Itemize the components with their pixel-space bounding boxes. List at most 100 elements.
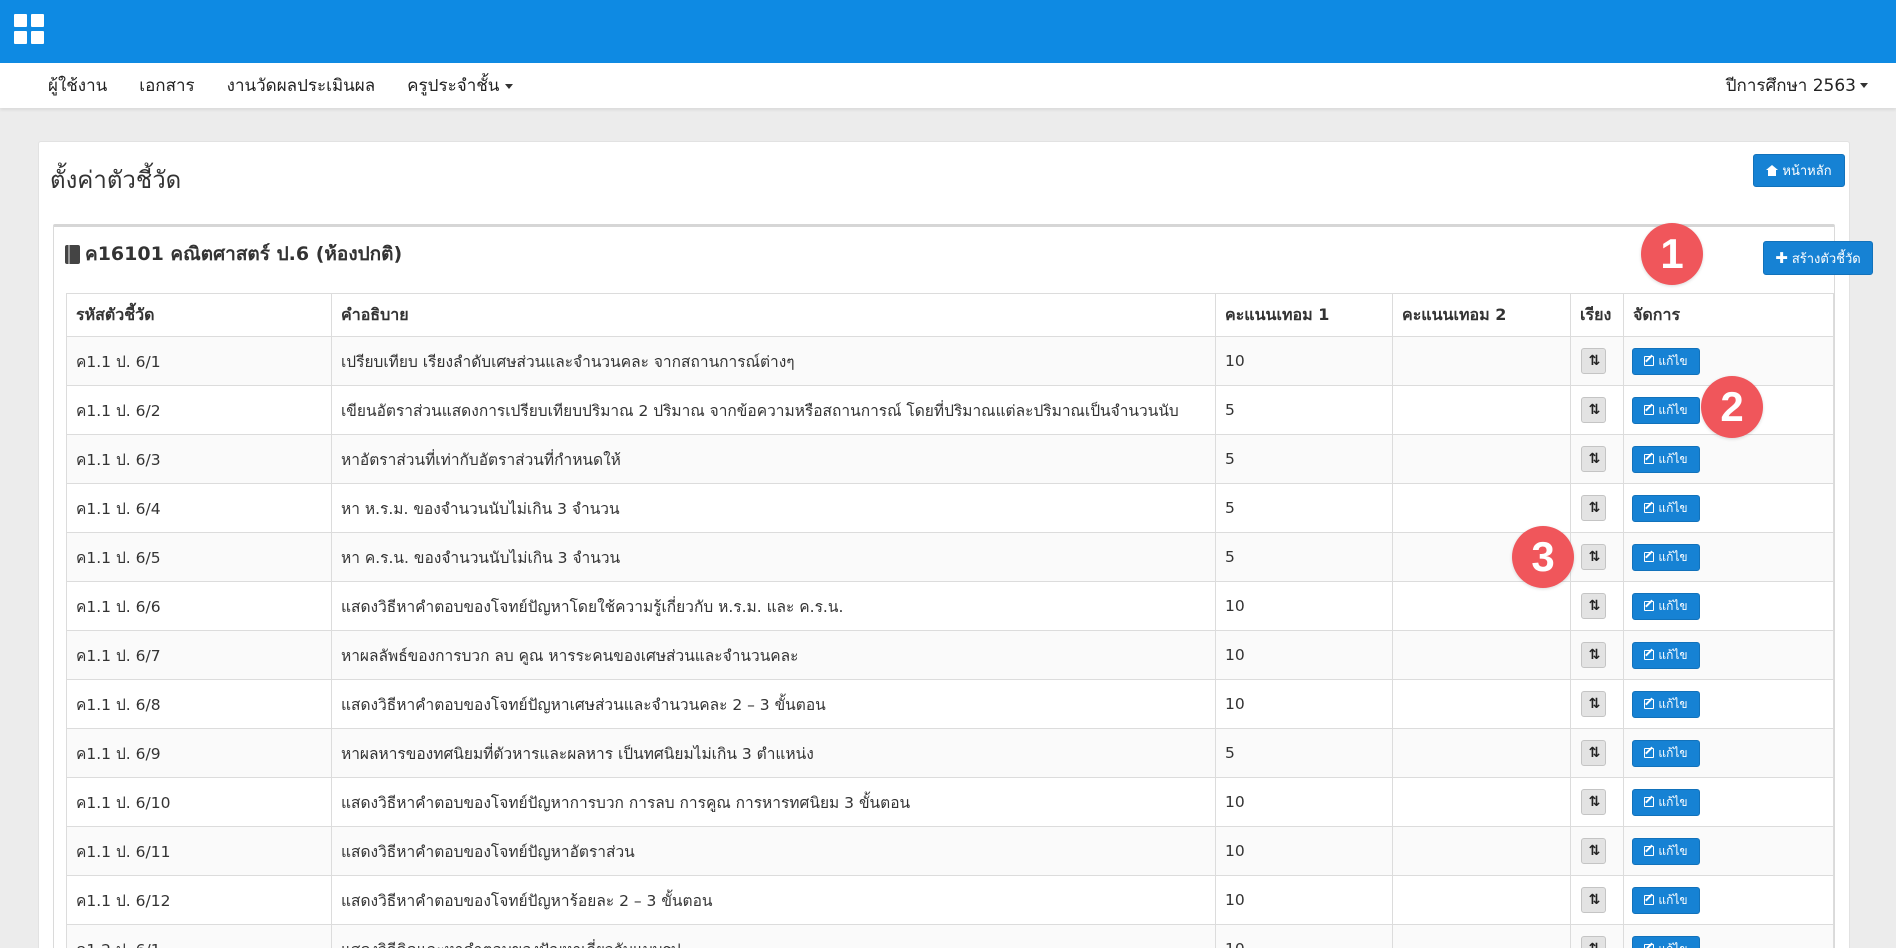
sort-arrows-icon: ⇅: [1588, 598, 1601, 614]
header-sort: เรียง: [1570, 293, 1624, 337]
edit-button[interactable]: แก้ไข: [1632, 445, 1700, 473]
edit-button-label: แก้ไข: [1658, 940, 1687, 948]
indicator-code: ค1.1 ป. 6/10: [66, 777, 332, 827]
subject-panel: ค16101 คณิตศาสตร์ ป.6 (ห้องปกติ) ✚ สร้าง…: [53, 224, 1873, 948]
indicator-description: หาอัตราส่วนที่เท่ากับอัตราส่วนที่กำหนดให…: [331, 434, 1216, 484]
indicator-code: ค1.1 ป. 6/4: [66, 483, 332, 533]
edit-icon: [1644, 944, 1655, 948]
indicator-code: ค1.1 ป. 6/8: [66, 679, 332, 729]
edit-button[interactable]: แก้ไข: [1632, 396, 1700, 424]
manage-cell: แก้ไข: [1623, 483, 1834, 533]
edit-button-label: แก้ไข: [1658, 843, 1688, 858]
sort-handle-button[interactable]: ⇅: [1581, 642, 1606, 668]
sort-handle-button[interactable]: ⇅: [1581, 593, 1606, 619]
sort-handle-button[interactable]: ⇅: [1581, 789, 1606, 815]
indicator-description: หาผลหารของทศนิยมที่ตัวหารและผลหาร เป็นทศ…: [331, 728, 1216, 778]
academic-year-label: ปีการศึกษา 2563: [1725, 76, 1856, 96]
edit-button-label: แก้ไข: [1658, 549, 1688, 564]
edit-button[interactable]: แก้ไข: [1632, 690, 1700, 718]
main-panel: ตั้งค่าตัวชี้วัด หน้าหลัก ค16101 คณิตศาส…: [38, 141, 1873, 948]
table-row: ค1.2 ป. 6/1แสดงวิธีคิดและหาคำตอบของปัญหา…: [66, 924, 1834, 948]
sort-handle-button[interactable]: ⇅: [1581, 887, 1606, 913]
sort-handle-button[interactable]: ⇅: [1581, 838, 1606, 864]
subject-title-text: ค16101 คณิตศาสตร์ ป.6 (ห้องปกติ): [85, 243, 403, 265]
indicator-code: ค1.1 ป. 6/3: [66, 434, 332, 484]
term1-score: 5: [1215, 483, 1393, 533]
edit-button-label: แก้ไข: [1658, 794, 1688, 809]
term1-score: 10: [1215, 336, 1393, 386]
apps-grid-icon[interactable]: [14, 14, 44, 44]
edit-button[interactable]: แก้ไข: [1632, 592, 1700, 620]
table-body: ค1.1 ป. 6/1 เปรียบเทียบ เรียงลำดับเศษส่วน…: [66, 336, 1834, 948]
manage-cell: แก้ไข: [1623, 630, 1834, 680]
sort-handle-button[interactable]: ⇅: [1581, 397, 1606, 423]
nav-item-users[interactable]: ผู้ใช้งาน: [32, 72, 123, 99]
edit-button[interactable]: แก้ไข: [1632, 886, 1700, 914]
sort-arrows-icon: ⇅: [1588, 549, 1601, 565]
edit-button-label: แก้ไข: [1658, 451, 1688, 466]
edit-button[interactable]: แก้ไข: [1632, 494, 1700, 522]
nav-item-homeroom-dropdown[interactable]: ครูประจำชั้น: [391, 72, 529, 99]
sort-handle-button[interactable]: ⇅: [1581, 740, 1606, 766]
indicator-description: เปรียบเทียบ เรียงลำดับเศษส่วนและจำนวนคละ…: [331, 336, 1216, 386]
nav-item-documents[interactable]: เอกสาร: [123, 72, 210, 99]
header-term1-score: คะแนนเทอม 1: [1215, 293, 1393, 337]
sort-cell: ⇅: [1570, 875, 1624, 925]
create-indicator-label: สร้างตัวชี้วัด: [1791, 251, 1861, 267]
sort-handle-button[interactable]: ⇅: [1581, 348, 1606, 374]
home-button-label: หน้าหลัก: [1782, 164, 1832, 179]
nav-menu: ผู้ใช้งาน เอกสาร งานวัดผลประเมินผล ครูปร…: [32, 63, 529, 108]
sort-arrows-icon: ⇅: [1588, 647, 1601, 663]
term1-score: 10: [1215, 679, 1393, 729]
sort-handle-button[interactable]: ⇅: [1581, 936, 1606, 948]
sort-cell: ⇅: [1570, 679, 1624, 729]
indicator-description: แสดงวิธีหาคำตอบของโจทย์ปัญหาอัตราส่วน: [331, 826, 1216, 876]
edit-icon: [1644, 797, 1655, 807]
annotation-badge-1: 1: [1641, 223, 1703, 285]
sort-arrows-icon: ⇅: [1588, 353, 1601, 369]
sort-handle-button[interactable]: ⇅: [1581, 544, 1606, 570]
create-indicator-button[interactable]: ✚ สร้างตัวชี้วัด: [1763, 241, 1873, 275]
plus-icon: ✚: [1775, 248, 1788, 267]
edit-button[interactable]: แก้ไข: [1632, 543, 1700, 571]
nav-item-users-label: ผู้ใช้งาน: [48, 76, 108, 96]
edit-button[interactable]: แก้ไข: [1632, 837, 1700, 865]
indicator-description: แสดงวิธีหาคำตอบของโจทย์ปัญหาโดยใช้ความรู…: [331, 581, 1216, 631]
term2-score: [1392, 728, 1571, 778]
sort-handle-button[interactable]: ⇅: [1581, 691, 1606, 717]
edit-icon: [1644, 846, 1655, 856]
edit-button[interactable]: แก้ไข: [1632, 935, 1700, 948]
sort-handle-button[interactable]: ⇅: [1581, 446, 1606, 472]
edit-button[interactable]: แก้ไข: [1632, 788, 1700, 816]
sort-cell: ⇅: [1570, 777, 1624, 827]
edit-button[interactable]: แก้ไข: [1632, 641, 1700, 669]
sort-arrows-icon: ⇅: [1588, 402, 1601, 418]
term1-score: 5: [1215, 532, 1393, 582]
academic-year-dropdown[interactable]: ปีการศึกษา 2563: [1726, 63, 1868, 108]
sort-cell: ⇅: [1570, 728, 1624, 778]
table-row: ค1.1 ป. 6/7 หาผลลัพธ์ของการบวก ลบ คูณ หาร…: [66, 630, 1834, 680]
edit-button[interactable]: แก้ไข: [1632, 347, 1700, 375]
home-button[interactable]: หน้าหลัก: [1753, 154, 1845, 187]
edit-button[interactable]: แก้ไข: [1632, 739, 1700, 767]
indicator-description: เขียนอัตราส่วนแสดงการเปรียบเทียบปริมาณ 2…: [331, 385, 1216, 435]
term2-score: [1392, 679, 1571, 729]
edit-icon: [1644, 601, 1655, 611]
table-row: ค1.1 ป. 6/4 หา ห.ร.ม. ของจำนวนนับไม่เกิน …: [66, 483, 1834, 533]
indicator-description: หา ค.ร.น. ของจำนวนนับไม่เกิน 3 จำนวน: [331, 532, 1216, 582]
page-title: ตั้งค่าตัวชี้วัด: [50, 166, 182, 194]
nav-item-assessment[interactable]: งานวัดผลประเมินผล: [211, 72, 392, 99]
manage-cell: แก้ไข: [1623, 777, 1834, 827]
sort-handle-button[interactable]: ⇅: [1581, 495, 1606, 521]
manage-cell: แก้ไข: [1623, 826, 1834, 876]
indicator-code: ค1.2 ป. 6/1: [66, 924, 332, 948]
term2-score: [1392, 777, 1571, 827]
sort-cell: ⇅: [1570, 385, 1624, 435]
table-row: ค1.1 ป. 6/1 เปรียบเทียบ เรียงลำดับเศษส่วน…: [66, 336, 1834, 386]
indicator-description: แสดงวิธีหาคำตอบของโจทย์ปัญหาการบวก การลบ…: [331, 777, 1216, 827]
term1-score: 5: [1215, 434, 1393, 484]
indicator-description: หา ห.ร.ม. ของจำนวนนับไม่เกิน 3 จำนวน: [331, 483, 1216, 533]
term1-score: 10: [1215, 777, 1393, 827]
edit-button-label: แก้ไข: [1658, 353, 1688, 368]
manage-cell: แก้ไข: [1623, 728, 1834, 778]
